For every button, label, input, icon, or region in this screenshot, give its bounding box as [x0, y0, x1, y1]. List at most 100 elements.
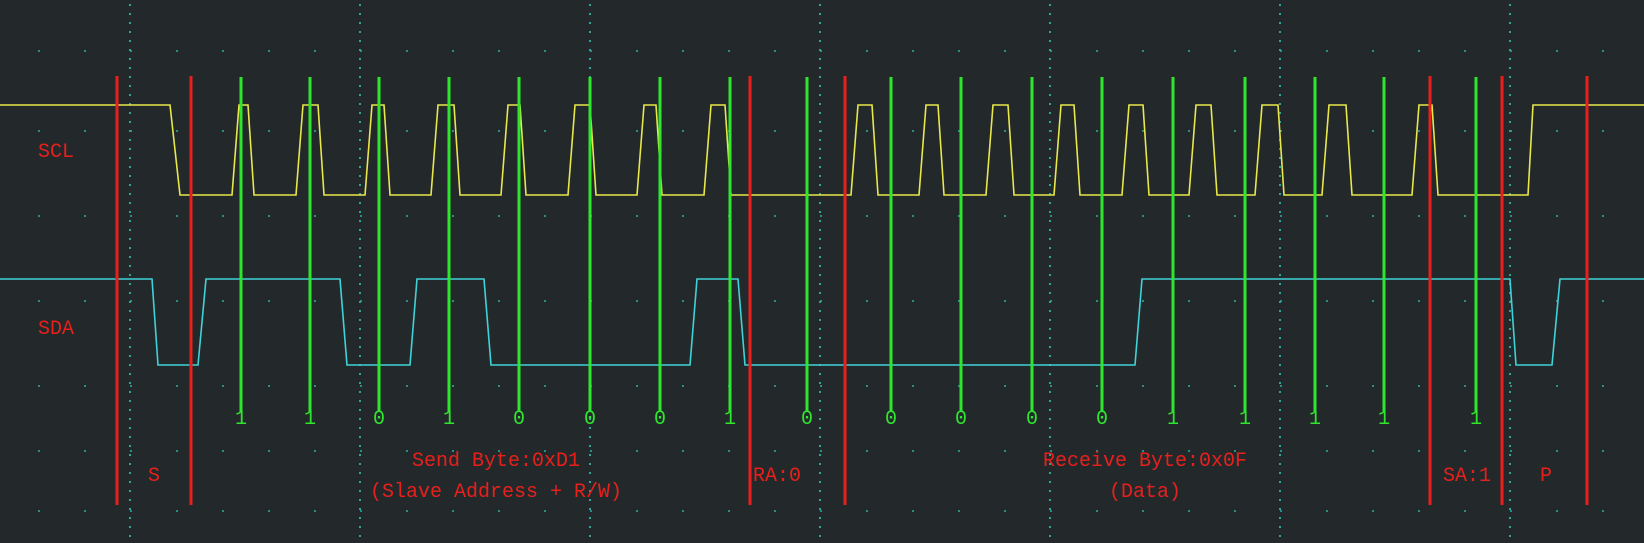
grid-dot	[1509, 400, 1511, 402]
grid-dot	[1188, 215, 1190, 217]
grid-dot	[819, 526, 821, 528]
grid-dot	[1510, 510, 1512, 512]
grid-dot	[129, 184, 131, 186]
grid-dot	[589, 508, 591, 510]
grid-dot	[866, 300, 868, 302]
grid-dot	[1509, 58, 1511, 60]
grid-dot	[819, 238, 821, 240]
grid-dot	[1049, 67, 1051, 69]
grid-dot	[819, 445, 821, 447]
grid-dot	[1142, 215, 1144, 217]
grid-dot	[176, 450, 178, 452]
grid-dot	[1509, 67, 1511, 69]
grid-dot	[359, 4, 361, 6]
grid-dot	[1509, 436, 1511, 438]
grid-dot	[819, 373, 821, 375]
grid-dot	[1049, 499, 1051, 501]
grid-dot	[1280, 510, 1282, 512]
grid-dot	[1049, 373, 1051, 375]
grid-dot	[129, 481, 131, 483]
grid-dot	[820, 130, 822, 132]
grid-dot	[129, 445, 131, 447]
grid-dot	[819, 400, 821, 402]
grid-dot	[130, 510, 132, 512]
grid-dot	[1049, 400, 1051, 402]
grid-dot	[129, 292, 131, 294]
grid-dot	[359, 202, 361, 204]
grid-dot	[866, 215, 868, 217]
grid-dot	[314, 385, 316, 387]
grid-dot	[1509, 508, 1511, 510]
receive-byte-description: (Data)	[1109, 481, 1181, 504]
grid-dot	[1279, 310, 1281, 312]
bit-value: 1	[304, 408, 316, 431]
grid-dot	[129, 238, 131, 240]
grid-dot	[682, 215, 684, 217]
grid-dot	[590, 510, 592, 512]
grid-dot	[129, 535, 131, 537]
grid-dot	[1004, 130, 1006, 132]
grid-dot	[866, 130, 868, 132]
grid-dot	[1049, 508, 1051, 510]
grid-dot	[819, 31, 821, 33]
grid-dot	[129, 526, 131, 528]
grid-dot	[38, 215, 40, 217]
grid-dot	[819, 202, 821, 204]
grid-dot	[359, 310, 361, 312]
grid-dot	[1049, 103, 1051, 105]
grid-dot	[268, 50, 270, 52]
grid-dot	[1509, 346, 1511, 348]
grid-dot	[1142, 300, 1144, 302]
grid-dot	[1509, 499, 1511, 501]
grid-dot	[1464, 300, 1466, 302]
grid-dot	[1096, 50, 1098, 52]
grid-dot	[589, 445, 591, 447]
grid-dot	[359, 121, 361, 123]
grid-dot	[359, 139, 361, 141]
grid-dot	[1509, 535, 1511, 537]
grid-dot	[1509, 364, 1511, 366]
grid-dot	[222, 510, 224, 512]
grid-dot	[1049, 391, 1051, 393]
grid-dot	[1464, 510, 1466, 512]
grid-dot	[1049, 76, 1051, 78]
grid-dot	[360, 385, 362, 387]
grid-dot	[1188, 300, 1190, 302]
grid-dot	[129, 202, 131, 204]
grid-dot	[1188, 130, 1190, 132]
grid-dot	[589, 67, 591, 69]
grid-dot	[129, 373, 131, 375]
grid-dot	[1279, 265, 1281, 267]
grid-dot	[819, 490, 821, 492]
grid-dot	[1279, 337, 1281, 339]
grid-dot	[360, 130, 362, 132]
grid-dot	[912, 50, 914, 52]
grid-dot	[498, 385, 500, 387]
grid-dot	[1464, 385, 1466, 387]
grid-dot	[819, 382, 821, 384]
grid-dot	[1509, 355, 1511, 357]
grid-dot	[1279, 283, 1281, 285]
grid-dot	[544, 50, 546, 52]
bit-value: 0	[513, 408, 525, 431]
grid-dot	[1279, 4, 1281, 6]
stop-condition-label: P	[1540, 465, 1552, 488]
grid-dot	[129, 121, 131, 123]
grid-dot	[360, 215, 362, 217]
grid-dot	[1280, 450, 1282, 452]
oscilloscope-display: SCL SDA 1 1 0 1 0 0 0 1 0 0 0 0 0 1 1 1 1 1 S Send Byte:0…	[0, 0, 1644, 543]
grid-dot	[1049, 535, 1051, 537]
grid-dot	[268, 300, 270, 302]
grid-dot	[359, 391, 361, 393]
bit-value: 0	[955, 408, 967, 431]
grid-dot	[359, 472, 361, 474]
grid-dot	[912, 130, 914, 132]
grid-dot	[360, 450, 362, 452]
grid-dot	[819, 427, 821, 429]
grid-dot	[1510, 50, 1512, 52]
grid-dot	[359, 94, 361, 96]
grid-dot	[314, 510, 316, 512]
bit-value: 0	[584, 408, 596, 431]
grid-dot	[452, 510, 454, 512]
grid-dot	[452, 300, 454, 302]
